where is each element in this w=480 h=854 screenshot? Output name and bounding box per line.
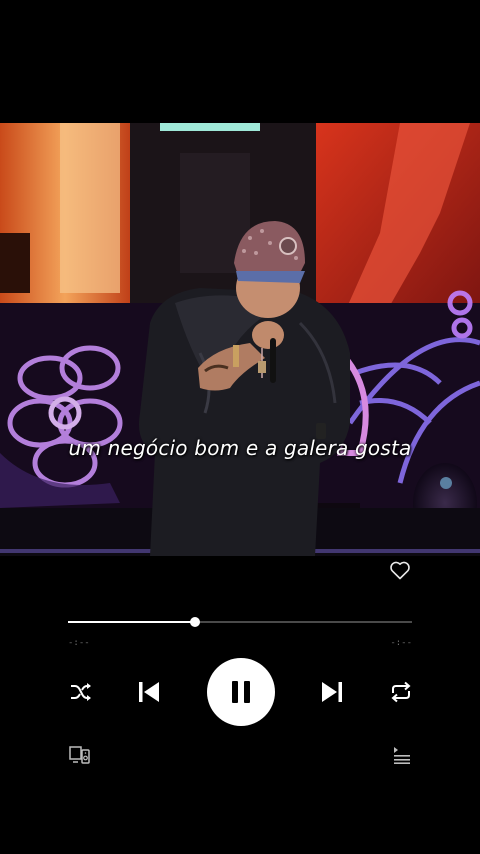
queue-list-icon[interactable] (392, 746, 412, 764)
video-frame (0, 123, 480, 556)
skip-next-icon[interactable] (319, 679, 345, 705)
repeat-icon[interactable] (388, 680, 414, 704)
remaining-time: -:-- (390, 638, 412, 648)
progress-fill (68, 621, 196, 623)
shuffle-icon[interactable] (69, 681, 93, 703)
progress-bar[interactable] (68, 617, 412, 627)
progress-handle[interactable] (190, 617, 201, 627)
heart-outline-icon[interactable] (388, 558, 412, 582)
pause-button[interactable] (207, 658, 275, 726)
lyric-caption: um negócio bom e a galera gosta (68, 436, 412, 460)
pause-icon (232, 681, 250, 703)
skip-previous-icon[interactable] (136, 679, 162, 705)
connect-device-icon[interactable] (69, 745, 91, 765)
elapsed-time: -:-- (68, 638, 90, 648)
concert-stage-image (0, 123, 480, 556)
